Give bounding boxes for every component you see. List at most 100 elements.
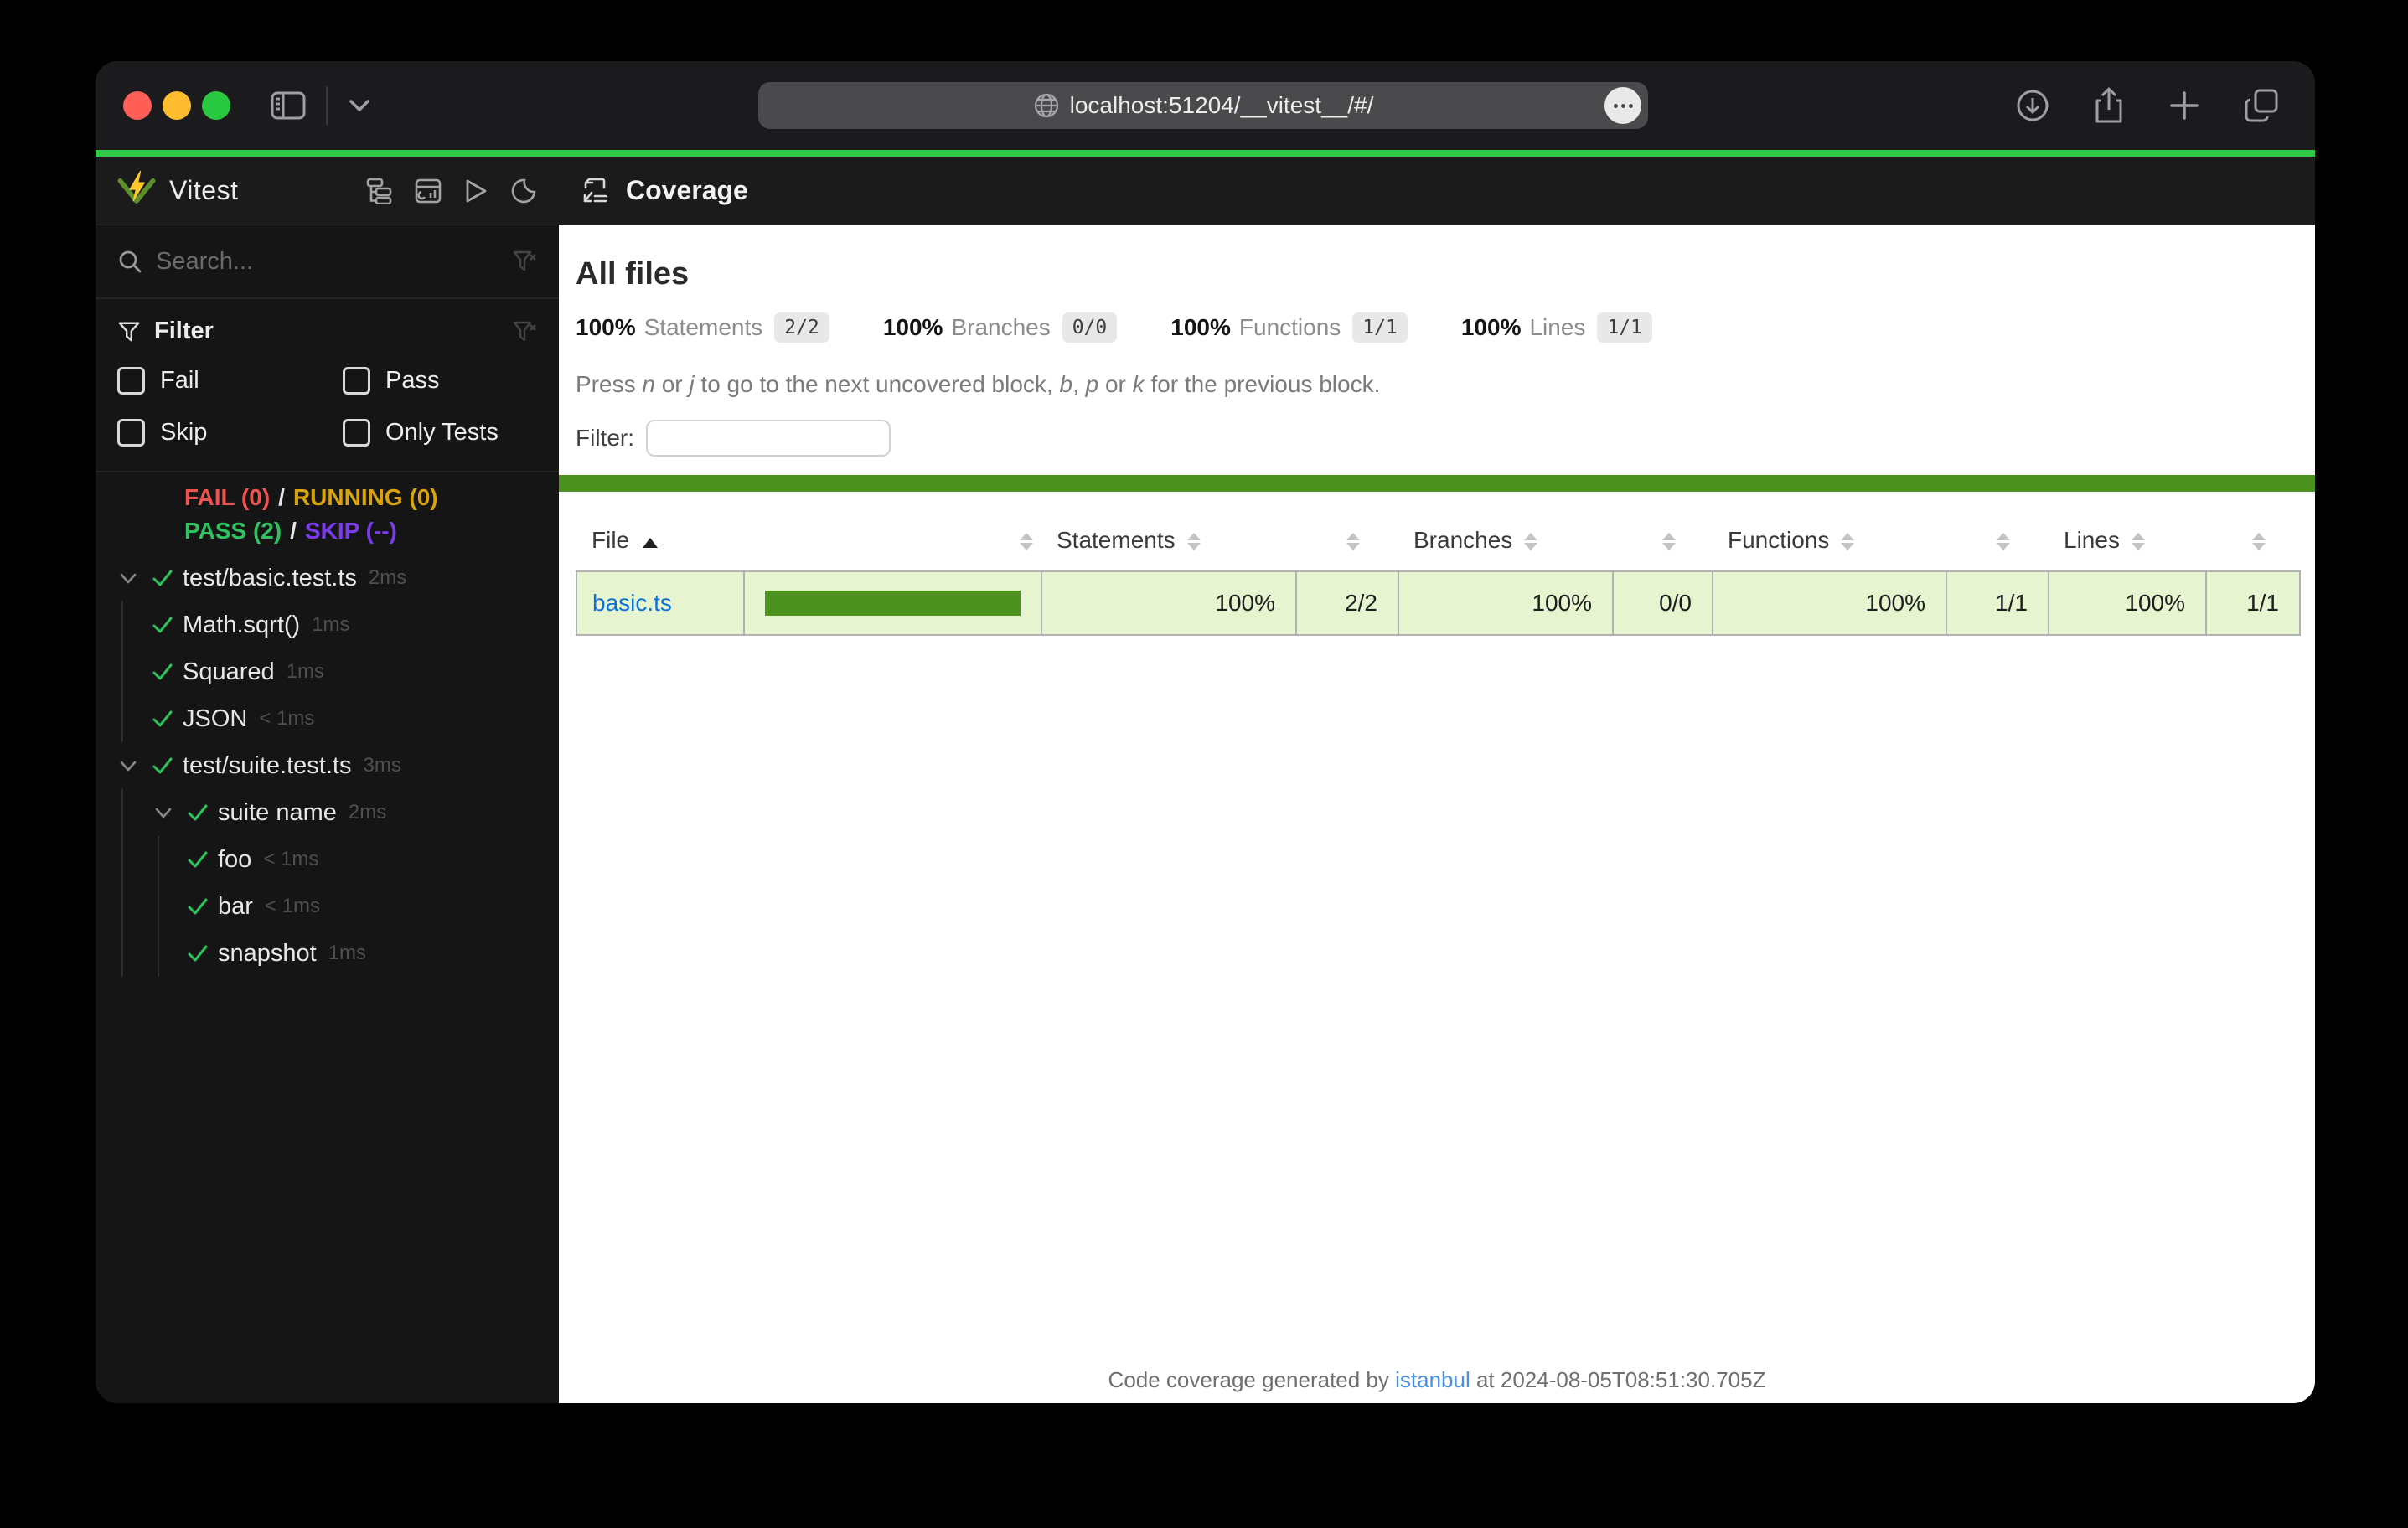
check-icon xyxy=(186,942,209,965)
test-tree-item[interactable]: Squared 1ms xyxy=(96,648,559,695)
filter-checkbox-skip[interactable]: Skip xyxy=(117,409,343,456)
chevron-down-icon[interactable] xyxy=(116,753,141,778)
sort-icon[interactable] xyxy=(1346,533,1360,551)
minimize-window-button[interactable] xyxy=(163,91,191,120)
branches-pct: 100% xyxy=(1398,570,1614,636)
test-tree-item[interactable]: foo < 1ms xyxy=(96,836,559,883)
fail-count: FAIL (0) xyxy=(184,484,271,510)
skip-count: SKIP (--) xyxy=(304,518,397,544)
sort-icon[interactable] xyxy=(2252,533,2266,551)
search-bar[interactable]: Search... xyxy=(96,225,559,299)
share-icon[interactable] xyxy=(2092,86,2126,125)
downloads-icon[interactable] xyxy=(2015,88,2050,123)
close-window-button[interactable] xyxy=(123,91,152,120)
new-tab-icon[interactable] xyxy=(2168,89,2201,122)
tree-indent-guide xyxy=(121,883,123,930)
istanbul-link[interactable]: istanbul xyxy=(1395,1367,1470,1392)
address-bar[interactable]: localhost:51204/__vitest__/#/ xyxy=(758,82,1648,129)
check-icon xyxy=(186,895,209,918)
clear-filter-icon[interactable] xyxy=(512,319,537,344)
functions-frac: 1/1 xyxy=(1946,570,2049,636)
test-tree-item[interactable]: test/suite.test.ts 3ms xyxy=(96,742,559,789)
keyboard-hint: Press n or j to go to the next uncovered… xyxy=(576,371,1381,397)
checkbox[interactable] xyxy=(117,418,145,447)
test-name: Squared xyxy=(183,658,275,685)
file-link[interactable]: basic.ts xyxy=(576,570,745,636)
test-tree: test/basic.test.ts 2ms Math.sqrt() 1ms Squar… xyxy=(96,555,559,1403)
lines-frac: 1/1 xyxy=(2205,570,2301,636)
test-name: foo xyxy=(218,845,252,873)
check-icon xyxy=(186,801,209,824)
sort-icon[interactable] xyxy=(2131,533,2145,551)
shortcut-key: k xyxy=(1132,371,1145,397)
test-name: snapshot xyxy=(218,939,317,967)
stat-functions: 100% Functions 1/1 xyxy=(1170,312,1408,343)
file-link[interactable]: basic.ts xyxy=(592,590,672,616)
dark-mode-icon[interactable] xyxy=(510,178,537,204)
filter-title: Filter xyxy=(154,317,214,344)
filter-label: Filter: xyxy=(576,425,634,451)
tree-indent-guide xyxy=(158,930,159,977)
test-tree-item[interactable]: Math.sqrt() 1ms xyxy=(96,601,559,648)
column-header-file[interactable]: File xyxy=(592,527,629,553)
column-header-branches[interactable]: Branches xyxy=(1413,527,1512,553)
chevron-down-icon[interactable] xyxy=(151,800,176,825)
stat-label: Statements xyxy=(643,314,763,340)
chevron-down-icon[interactable] xyxy=(348,98,371,113)
sort-icon[interactable] xyxy=(1186,533,1201,551)
test-tree-item[interactable]: snapshot 1ms xyxy=(96,930,559,977)
filter-checkbox-pass[interactable]: Pass xyxy=(343,357,537,404)
lines-pct: 100% xyxy=(2048,570,2207,636)
page-settings-button[interactable] xyxy=(1604,87,1641,124)
test-duration: 2ms xyxy=(368,566,407,589)
chevron-down-icon[interactable] xyxy=(116,565,141,591)
zoom-window-button[interactable] xyxy=(202,91,230,120)
checkbox[interactable] xyxy=(343,418,370,447)
shortcut-key: b xyxy=(1059,371,1073,397)
clear-search-filter-icon[interactable] xyxy=(512,249,537,274)
column-header-lines[interactable]: Lines xyxy=(2064,527,2120,553)
functions-pct: 100% xyxy=(1712,570,1947,636)
sort-icon[interactable] xyxy=(1661,533,1676,551)
coverage-filter-input[interactable] xyxy=(646,420,891,457)
test-duration: 1ms xyxy=(286,660,324,683)
filter-checkbox-fail[interactable]: Fail xyxy=(117,357,343,404)
tab-overview-icon[interactable] xyxy=(2243,87,2280,124)
sort-icon[interactable] xyxy=(1997,533,2010,551)
test-status-summary: FAIL (0) / RUNNING (0) PASS (2) / SKIP (… xyxy=(184,484,438,544)
test-tree-item[interactable]: suite name 2ms xyxy=(96,789,559,836)
checkbox[interactable] xyxy=(117,366,145,395)
sidebar-header: Vitest xyxy=(96,157,559,225)
sort-icon[interactable] xyxy=(1841,533,1855,551)
search-icon xyxy=(117,249,142,274)
tree-indent-guide xyxy=(121,695,123,742)
column-header-functions[interactable]: Functions xyxy=(1728,527,1829,553)
test-tree-item[interactable]: JSON < 1ms xyxy=(96,695,559,742)
test-tree-item[interactable]: test/basic.test.ts 2ms xyxy=(96,555,559,601)
globe-icon xyxy=(1033,92,1060,119)
tree-view-icon[interactable] xyxy=(366,178,393,204)
sort-icon[interactable] xyxy=(1524,533,1538,551)
checkbox[interactable] xyxy=(343,366,370,395)
test-duration: 1ms xyxy=(312,613,350,636)
search-input[interactable]: Search... xyxy=(156,248,253,276)
dashboard-icon[interactable] xyxy=(415,178,442,204)
sidebar-toggle-icon[interactable] xyxy=(271,91,306,120)
test-name: suite name xyxy=(218,798,337,826)
column-header-statements[interactable]: Statements xyxy=(1057,527,1176,553)
tree-indent-guide xyxy=(121,601,123,648)
page-header-title: Coverage xyxy=(626,175,748,205)
check-icon xyxy=(151,613,174,637)
run-all-icon[interactable] xyxy=(463,178,488,204)
statements-frac: 2/2 xyxy=(1295,570,1399,636)
filter-options: Fail Pass Skip Only Tests xyxy=(96,345,559,456)
test-tree-item[interactable]: bar < 1ms xyxy=(96,883,559,930)
test-duration: 3ms xyxy=(363,754,401,777)
filter-checkbox-only-tests[interactable]: Only Tests xyxy=(343,409,537,456)
sort-icon[interactable] xyxy=(1020,533,1033,551)
browser-window: localhost:51204/__vitest__/#/ Vitest Sea… xyxy=(96,61,2315,1403)
statements-pct: 100% xyxy=(1041,570,1297,636)
branches-frac: 0/0 xyxy=(1612,570,1713,636)
test-name: Math.sqrt() xyxy=(183,611,301,638)
coverage-table: File Statements Branches Functions Lines bas… xyxy=(576,522,2301,636)
